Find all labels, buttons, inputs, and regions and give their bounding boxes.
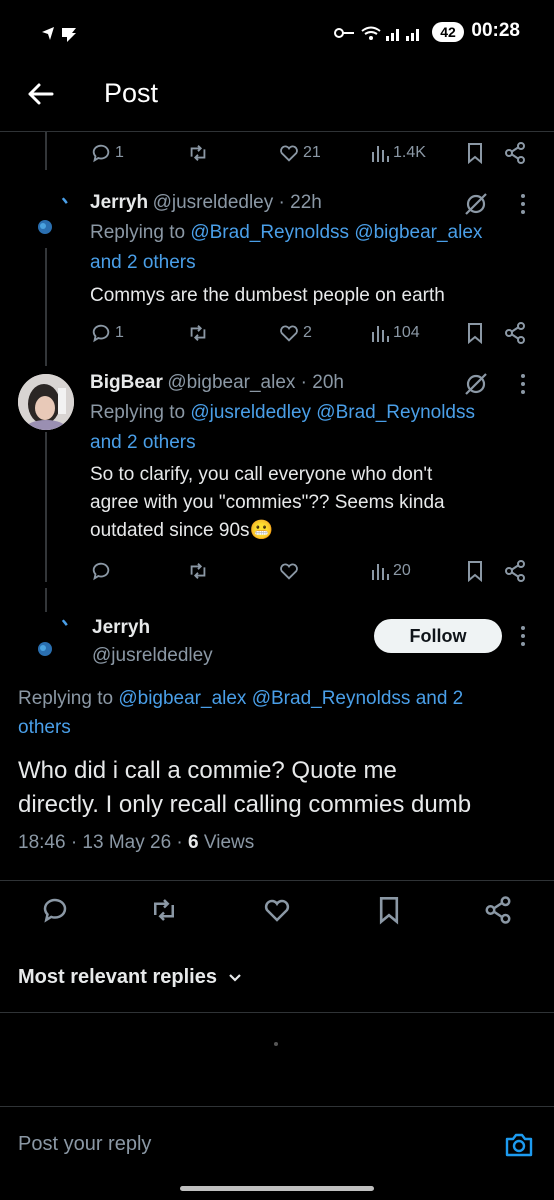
clock: 00:28 [471, 20, 520, 41]
thread-line [45, 588, 47, 612]
grok-icon[interactable] [462, 190, 490, 218]
repost-button[interactable] [186, 142, 210, 164]
author-name[interactable]: BigBear [90, 372, 163, 393]
follow-button[interactable]: Follow [374, 619, 502, 653]
camera-icon[interactable] [504, 1131, 534, 1159]
bookmark-icon[interactable] [465, 142, 485, 164]
views-button[interactable]: 1.4K [370, 142, 426, 164]
reply-icon [92, 144, 110, 163]
views-icon [372, 146, 389, 162]
signal-wifi-icons [334, 26, 419, 41]
page-header: Post [0, 62, 554, 132]
mention-links[interactable]: @Brad_Reynoldss @bigbear_alex [190, 222, 482, 243]
status-left-icons [42, 27, 76, 42]
reply-icon [92, 324, 110, 343]
main-action-bar [0, 880, 554, 940]
page-title: Post [104, 78, 159, 108]
status-bar: 42 00:28 [0, 0, 554, 62]
main-tweet-text: Who did i call a commie? Quote me direct… [18, 757, 472, 818]
repost-button[interactable] [186, 560, 210, 582]
avatar[interactable] [18, 190, 72, 244]
reply-icon[interactable] [40, 895, 70, 925]
thread-line [45, 432, 47, 582]
repost-icon [190, 563, 206, 579]
reply-button[interactable]: 1 [90, 142, 124, 164]
timestamp: 18:46 · 13 May 26 · [18, 832, 189, 853]
bookmark-icon[interactable] [465, 322, 485, 344]
replying-others-link[interactable]: and 2 others [90, 248, 540, 278]
battery-indicator: 42 [432, 22, 464, 42]
views-count: 6 [188, 832, 199, 853]
repost-icon [190, 145, 206, 161]
tweet-text: So to clarify, you call everyone who don… [90, 464, 445, 541]
share-icon[interactable] [504, 321, 526, 345]
bookmark-icon[interactable] [465, 560, 485, 582]
repost-icon [190, 325, 206, 341]
author-handle: @jusreldedley [92, 645, 213, 666]
like-button[interactable] [278, 560, 300, 582]
author-handle: @jusreldedley · 22h [152, 192, 322, 213]
replying-to: Replying to @bigbear_alex @Brad_Reynolds… [18, 684, 538, 742]
divider [0, 1012, 554, 1013]
grok-icon[interactable] [462, 370, 490, 398]
avatar[interactable] [18, 374, 74, 430]
share-icon[interactable] [504, 141, 526, 165]
back-arrow-icon[interactable] [26, 80, 54, 108]
share-icon[interactable] [484, 895, 512, 925]
avatar[interactable] [18, 612, 72, 666]
sort-replies-dropdown[interactable]: Most relevant replies [18, 966, 243, 989]
heart-icon [280, 563, 298, 580]
mention-links[interactable]: @jusreldedley @Brad_Reynoldss [190, 402, 475, 423]
reply-button[interactable]: 1 [90, 322, 124, 344]
like-button[interactable]: 2 [278, 322, 312, 344]
author-name[interactable]: Jerryh [90, 192, 148, 213]
views-icon [372, 564, 389, 580]
heart-icon [280, 325, 298, 342]
bookmark-icon[interactable] [376, 895, 402, 925]
heart-icon[interactable] [262, 895, 292, 925]
like-button[interactable]: 21 [278, 142, 321, 164]
views-icon [372, 326, 389, 342]
replying-to: Replying to @Brad_Reynoldss @bigbear_ale… [90, 222, 483, 243]
mention-links[interactable]: @bigbear_alex @Brad_Reynoldss and 2 [118, 688, 463, 709]
loading-dot [274, 1042, 278, 1046]
parent-action-bar: 1 21 1.4K [90, 140, 530, 166]
heart-icon [280, 145, 298, 162]
more-icon[interactable] [518, 192, 528, 216]
views-label: Views [198, 832, 255, 853]
author-handle: @bigbear_alex · 20h [167, 372, 344, 393]
main-author[interactable]: Jerryh @jusreldedley [92, 614, 213, 670]
replying-others-link[interactable]: others [18, 713, 538, 742]
more-icon[interactable] [518, 372, 528, 396]
repost-icon[interactable] [148, 895, 180, 925]
views-button[interactable]: 104 [370, 322, 420, 344]
replying-others-link[interactable]: and 2 others [90, 428, 540, 458]
views-button[interactable]: 20 [370, 560, 411, 582]
replying-to: Replying to @jusreldedley @Brad_Reynolds… [90, 402, 476, 423]
share-icon[interactable] [504, 559, 526, 583]
thread-line [45, 248, 47, 366]
reply2-action-bar: 20 [90, 558, 530, 584]
author-name[interactable]: Jerryh [92, 614, 213, 642]
reply1-action-bar: 1 2 104 [90, 320, 530, 346]
reply-input[interactable]: Post your reply [18, 1133, 151, 1156]
thread-line [45, 132, 47, 170]
chevron-down-icon [229, 973, 241, 982]
reply-button[interactable] [90, 560, 112, 582]
home-indicator [180, 1186, 374, 1191]
reply-icon [92, 562, 110, 581]
repost-button[interactable] [186, 322, 210, 344]
tweet-meta: 18:46 · 13 May 26 · 6 Views [18, 832, 254, 854]
more-icon[interactable] [518, 624, 528, 648]
tweet-text: Commys are the dumbest people on earth [90, 285, 445, 306]
